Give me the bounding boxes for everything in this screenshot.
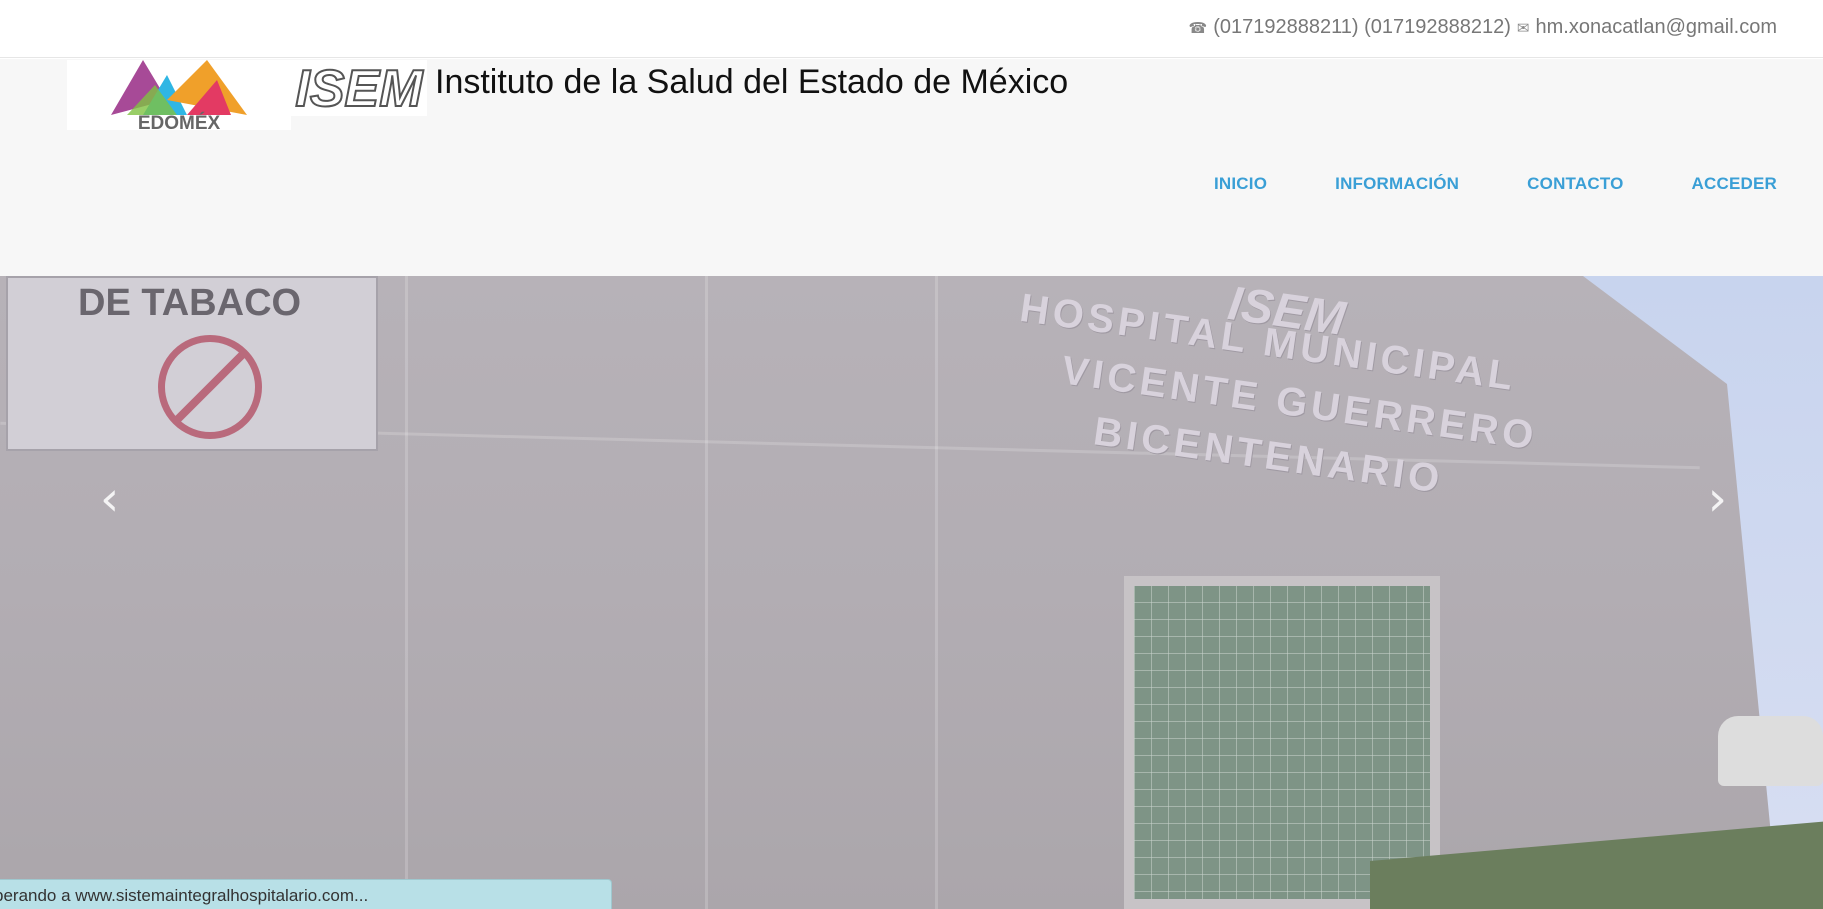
email-link[interactable]: hm.xonacatlan@gmail.com <box>1535 16 1777 39</box>
top-contact-bar: ☎ (017192888211) (017192888212) ✉ hm.xon… <box>0 0 1823 58</box>
nav-acceder[interactable]: ACCEDER <box>1692 174 1777 194</box>
chevron-right-icon: › <box>1707 471 1727 527</box>
hero-carousel[interactable]: DE TABACO ISEM HOSPITAL MUNICIPAL VICENT… <box>0 276 1823 909</box>
no-smoking-icon <box>158 335 262 439</box>
carousel-prev-button[interactable]: ‹ <box>100 471 119 527</box>
site-header: EDOMÉX ISEM Instituto de la Salud del Es… <box>0 59 1823 276</box>
main-nav: INICIO INFORMACIÓN CONTACTO ACCEDER <box>1214 174 1777 194</box>
wall-seam <box>405 276 408 909</box>
parked-car <box>1718 716 1823 786</box>
edomex-logo[interactable]: EDOMÉX <box>67 60 291 134</box>
browser-status-bar: perando a www.sistemaintegralhospitalari… <box>0 879 612 909</box>
isem-logo-mark: ISEM <box>294 59 425 119</box>
wall-seam <box>935 276 938 909</box>
isem-logo-text: ISEM <box>295 60 424 116</box>
contact-info: ☎ (017192888211) (017192888212) ✉ hm.xon… <box>1189 16 1777 39</box>
edomex-logo-mark: EDOMÉX <box>111 60 247 134</box>
no-smoking-sign: DE TABACO <box>6 276 378 451</box>
sign-text: DE TABACO <box>78 282 302 324</box>
isem-logo[interactable]: ISEM <box>291 59 427 119</box>
wall-seam <box>705 276 708 909</box>
edomex-logo-text: EDOMÉX <box>138 112 221 130</box>
nav-informacion[interactable]: INFORMACIÓN <box>1335 174 1459 194</box>
carousel-next-button[interactable]: › <box>1708 471 1727 527</box>
nav-contacto[interactable]: CONTACTO <box>1527 174 1623 194</box>
phone-icon: ☎ <box>1188 18 1208 37</box>
envelope-icon: ✉ <box>1516 18 1530 37</box>
chevron-left-icon: ‹ <box>100 471 120 527</box>
site-title: Instituto de la Salud del Estado de Méxi… <box>435 63 1069 101</box>
hospital-sign: HOSPITAL MUNICIPAL VICENTE GUERRERO BICE… <box>1001 280 1549 520</box>
status-text: perando a www.sistemaintegralhospitalari… <box>0 886 369 905</box>
hero-sky <box>1583 276 1823 876</box>
phone-numbers: (017192888211) (017192888212) <box>1213 16 1511 38</box>
nav-inicio[interactable]: INICIO <box>1214 174 1267 194</box>
